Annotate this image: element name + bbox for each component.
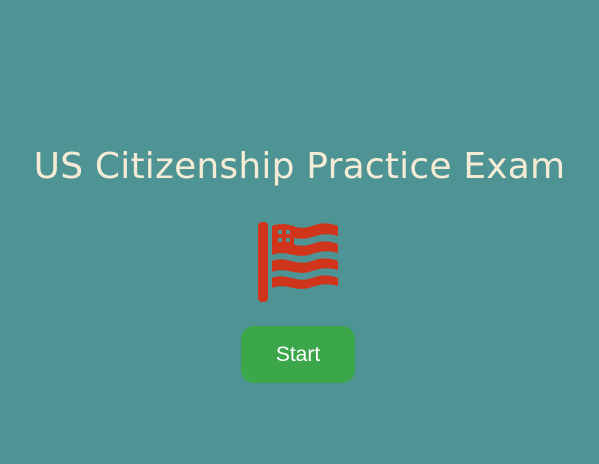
flag-pole [258,222,268,302]
start-screen: US Citizenship Practice Exam Start [0,0,599,464]
flag-stripe [272,258,338,273]
flag-stripe [272,275,338,289]
page-title: US Citizenship Practice Exam [33,146,566,187]
flag-canton [272,224,294,251]
flag-star [286,238,290,242]
flag-star [278,230,282,234]
start-button[interactable]: Start [241,326,355,383]
flag-star [286,230,290,234]
flag-star [278,238,282,242]
us-flag-icon [256,220,340,304]
